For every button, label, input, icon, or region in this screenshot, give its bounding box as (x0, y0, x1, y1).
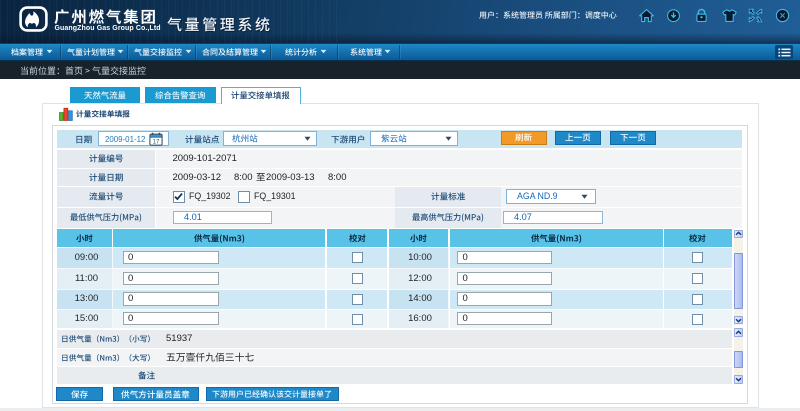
svg-text:17: 17 (153, 139, 160, 145)
